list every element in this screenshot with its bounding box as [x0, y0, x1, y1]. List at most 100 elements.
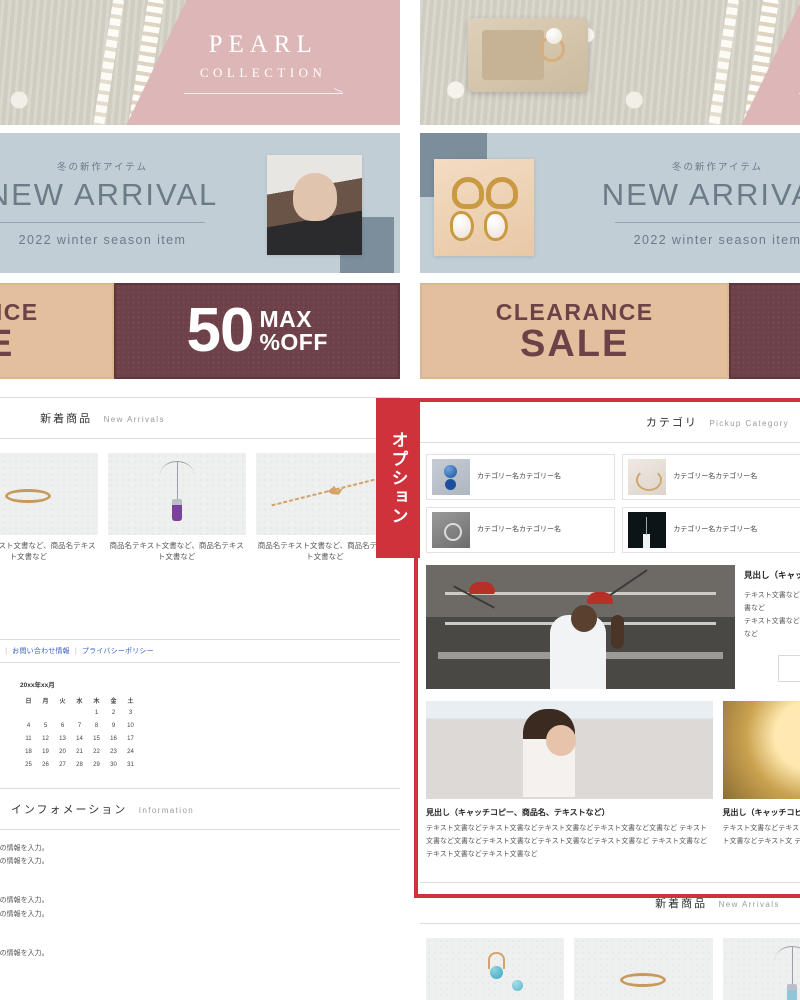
calendar-day[interactable]: 9 [105, 720, 122, 733]
calendar-day[interactable]: 29 [88, 759, 105, 772]
calendar-day[interactable] [71, 707, 88, 720]
new-arrival-kicker: 冬の新作アイテム [56, 162, 149, 173]
cards-section: 見出し（キャッチコピー、商品名、テキストなど） テキスト文書などテキスト文書など… [420, 689, 800, 862]
calendar-day[interactable]: 7 [71, 720, 88, 733]
calendar-day[interactable]: 14 [71, 733, 88, 746]
category-card[interactable]: カテゴリー名カテゴリー名 [426, 507, 616, 553]
category-card[interactable]: カテゴリー名カテゴリー名 [426, 454, 616, 500]
product-card[interactable]: 商品名テキスト文書など、商品名テキスト文書など [107, 453, 246, 563]
calendar-day[interactable]: 20 [54, 746, 71, 759]
content-card[interactable]: 見出し（キャッチコピー、商品名、テキストなど） テキスト文書などテキスト文書など… [722, 701, 800, 862]
calendar-day[interactable]: 10 [122, 720, 139, 733]
calendar-day[interactable]: 28 [71, 759, 88, 772]
calendar-day[interactable]: 25 [20, 759, 37, 772]
option-callout-tab: オプション [376, 398, 420, 558]
pearl-collection-hero[interactable]: PEARL COLLECTION [420, 0, 800, 125]
hero-subtitle: COLLECTION [199, 65, 327, 80]
product-card[interactable] [574, 937, 713, 1000]
detail-button[interactable]: 詳細はこちら [778, 654, 800, 682]
calendar-day[interactable]: 24 [122, 746, 139, 759]
heading-en: Information [138, 805, 195, 815]
clearance-sale-right: 50 MAX %OFF [729, 283, 800, 379]
heading-en: Pickup Category [709, 419, 790, 428]
information-heading: インフォメーション Information [0, 787, 400, 830]
heading-jp: 新着商品 [40, 413, 93, 425]
calendar-day[interactable]: 16 [105, 733, 122, 746]
calendar-widget: 20xx年xx月 日 月 火 水 木 金 土 1 2 3 4 5 6 7 8 9… [0, 663, 400, 772]
weekday-fri: 金 [110, 698, 117, 705]
calendar-day[interactable]: 4 [20, 720, 37, 733]
calendar-day[interactable]: 30 [105, 759, 122, 772]
new-arrival-text: 冬の新作アイテム NEW ARRIVAL 2022 winter season … [0, 133, 400, 273]
product-card[interactable]: 商品名テキスト文書など、商品名テキスト文書など [0, 453, 98, 563]
calendar-day[interactable] [37, 707, 54, 720]
calendar-day[interactable]: 1 [88, 707, 105, 720]
product-card[interactable] [722, 937, 800, 1000]
product-card[interactable] [426, 937, 565, 1000]
calendar-day[interactable]: 23 [105, 746, 122, 759]
new-arrival-text: 冬の新作アイテム NEW ARRIVAL 2022 winter season … [420, 133, 800, 273]
calendar-day[interactable]: 31 [122, 759, 139, 772]
desk-lamp-icon [586, 592, 613, 605]
information-body: 力。支払い方法についての情報を入力。支払い方法についての情報を入力。 力。支払い… [0, 830, 400, 960]
calendar-day[interactable]: 5 [37, 720, 54, 733]
new-arrival-banner[interactable]: 冬の新作アイテム NEW ARRIVAL 2022 winter season … [420, 133, 800, 273]
necklace-chain-icon [159, 461, 194, 501]
card-heading: 見出し（キャッチコピー、商品名、テキストなど） [426, 808, 610, 817]
calendar-day[interactable]: 19 [37, 746, 54, 759]
screenshot-stage: PEARL COLLECTION 冬の新作アイテム NEW ARRIVAL 20… [0, 0, 800, 1000]
pearl-collection-hero[interactable]: PEARL COLLECTION [0, 0, 400, 125]
calendar-week: 4 5 6 7 8 9 10 [20, 720, 139, 733]
calendar-day[interactable]: 8 [88, 720, 105, 733]
weekday-sat: 土 [127, 698, 134, 705]
product-card[interactable]: 商品名テキスト文書など、商品名テキスト文書など [255, 453, 394, 563]
calendar-day[interactable]: 12 [37, 733, 54, 746]
category-card[interactable]: カテゴリー名カテゴリー名 [622, 454, 800, 500]
calendar-day[interactable]: 3 [122, 707, 139, 720]
content-card[interactable]: 見出し（キャッチコピー、商品名、テキストなど） テキスト文書などテキスト文書など… [426, 701, 713, 862]
heading-jp: インフォメーション [10, 803, 128, 816]
calendar-week: 11 12 13 14 15 16 17 [20, 733, 139, 746]
clearance-sale-banner[interactable]: CLEARANCE SALE 50 MAX %OFF [420, 283, 800, 379]
divider-line [0, 222, 205, 223]
artisan-hair [611, 614, 625, 649]
calendar-day[interactable]: 11 [20, 733, 37, 746]
calendar-day[interactable]: 21 [71, 746, 88, 759]
calendar-week: 1 2 3 [20, 707, 139, 720]
calendar-day[interactable]: 2 [105, 707, 122, 720]
calendar-day[interactable]: 26 [37, 759, 54, 772]
calendar-day[interactable]: 17 [122, 733, 139, 746]
footer-link[interactable]: お問い合わせ情報 [12, 648, 70, 655]
gold-bangle-icon [628, 459, 667, 495]
calendar-day[interactable]: 18 [20, 746, 37, 759]
product-caption: 商品名テキスト文書など、商品名テキスト文書など [257, 541, 392, 561]
footer-link[interactable]: プライバシーポリシー [82, 648, 154, 655]
calendar-day[interactable] [54, 707, 71, 720]
clearance-label: CLEARANCE [495, 299, 654, 326]
calendar-day[interactable]: 6 [54, 720, 71, 733]
calendar-day[interactable]: 22 [88, 746, 105, 759]
category-label: カテゴリー名カテゴリー名 [673, 473, 758, 481]
calendar-day[interactable]: 15 [88, 733, 105, 746]
weekday-tue: 火 [59, 698, 66, 705]
percent-off-label: %OFF [259, 329, 328, 355]
calendar-day[interactable]: 27 [54, 759, 71, 772]
necklace-chain-icon [774, 945, 800, 986]
jewelry-workshop-photo [426, 565, 735, 689]
clearance-label: CLEARANCE [0, 299, 39, 326]
footer-links: について|販売条件、返品、交換について|ストア情報|お問い合わせ情報|プライバシ… [0, 638, 400, 663]
turquoise-earring-icon [487, 951, 505, 979]
card-heading: 見出し（キャッチコピー、商品名、テキストなど） [722, 808, 800, 817]
clearance-sale-banner[interactable]: CLEARANCE SALE 50 MAX %OFF [0, 283, 400, 379]
heading-en: New Arrivals [718, 899, 780, 909]
new-arrival-banner[interactable]: 冬の新作アイテム NEW ARRIVAL 2022 winter season … [0, 133, 400, 273]
amethyst-pendant-icon [171, 499, 182, 521]
hero-text-block: PEARL COLLECTION [126, 0, 400, 125]
category-card[interactable]: カテゴリー名カテゴリー名 [622, 507, 800, 553]
category-grid: カテゴリー名カテゴリー名 カテゴリー名カテゴリー名 カテゴリー名カテゴリー名 カ… [420, 443, 800, 553]
hero-title: PEARL [208, 31, 318, 58]
weekday-mon: 月 [42, 698, 49, 705]
calendar-day[interactable] [20, 707, 37, 720]
clearance-sale-left: CLEARANCE SALE [0, 283, 115, 379]
calendar-day[interactable]: 13 [54, 733, 71, 746]
